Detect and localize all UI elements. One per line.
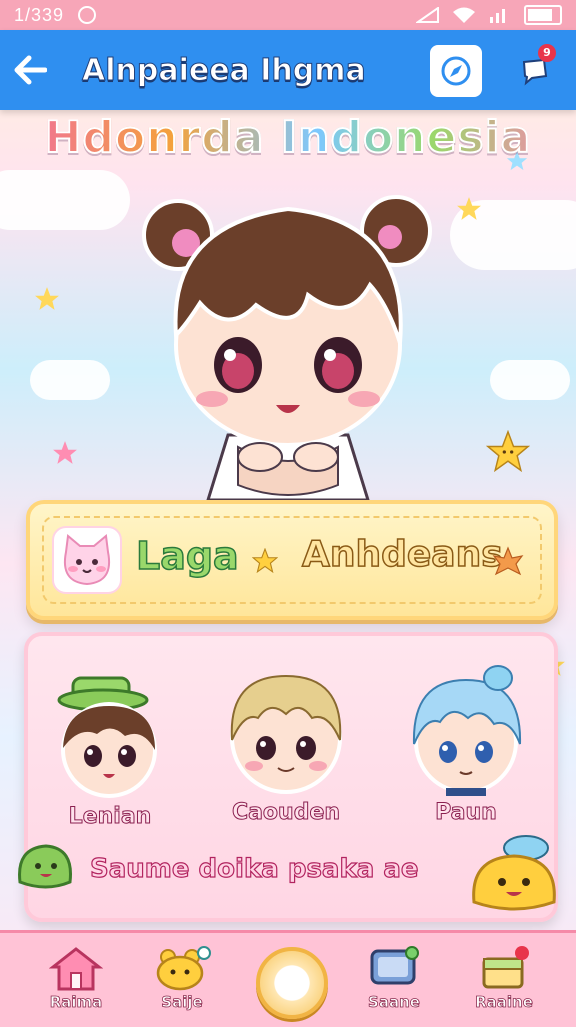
character-name: Caouden (231, 800, 341, 826)
compass-button[interactable] (430, 45, 482, 97)
notifications-button[interactable]: 9 (512, 44, 558, 94)
record-icon (78, 6, 97, 24)
green-slime-icon (18, 844, 72, 889)
nav-item-bear[interactable]: Saije (134, 939, 230, 1023)
cat-badge (52, 526, 122, 594)
star-icon (53, 441, 77, 464)
status-icons (416, 5, 562, 25)
language-primary-label: Laga (135, 533, 239, 579)
character-name: Lenian (68, 804, 152, 830)
page-headline: Hdonrda Indonesia (0, 111, 576, 164)
back-button[interactable] (0, 30, 60, 110)
star-icon (457, 197, 481, 220)
nav-item-home[interactable]: Raima (28, 939, 124, 1023)
language-card[interactable]: Laga Anhdeans (26, 500, 558, 620)
nav-label: Raima (49, 993, 103, 1012)
hero-character-illustration (142, 195, 432, 500)
boy-with-hat-avatar (57, 676, 157, 798)
signal-bars-icon (490, 9, 505, 23)
arrow-left-icon (14, 55, 47, 85)
app-title: Alnpaieea Ihgma (82, 52, 367, 88)
tv-icon (370, 946, 419, 985)
star-icon (35, 287, 59, 310)
cloud-decoration (490, 360, 570, 400)
nav-label: Raaine (475, 993, 534, 1012)
smiling-star-icon (486, 430, 530, 473)
app-bar: Alnpaieea Ihgma 9 (0, 30, 576, 110)
promo-text: Saume doika psaka ae (89, 853, 419, 884)
battery-icon (524, 5, 562, 25)
blonde-boy-avatar (230, 674, 342, 794)
language-secondary-label: Anhdeans (301, 533, 503, 576)
wifi-icon (453, 7, 475, 23)
house-icon (49, 947, 103, 991)
cat-face-icon (64, 534, 110, 586)
nav-label: Saije (161, 993, 203, 1012)
signal-icon (416, 7, 439, 23)
bottom-navigation: Raima Saije Saane Raaine (0, 930, 576, 1027)
yellow-slime-icon (472, 835, 556, 911)
character-name: Paun (435, 800, 498, 826)
center-action-button[interactable] (256, 947, 328, 1019)
character-card[interactable]: Lenian (40, 670, 180, 830)
character-card[interactable]: Paun (396, 658, 536, 826)
status-time: 1/339 (14, 4, 65, 25)
cloud-decoration (0, 170, 130, 230)
nav-item-tv[interactable]: Saane (346, 939, 442, 1023)
star-icon (252, 548, 278, 574)
blue-hair-boy-avatar (412, 665, 522, 796)
notification-badge: 9 (538, 44, 556, 62)
nav-item-box[interactable]: Raaine (456, 939, 552, 1023)
cloud-decoration (30, 360, 110, 400)
compass-icon (441, 56, 471, 86)
status-bar: 1/339 (0, 0, 576, 30)
treasure-box-icon (482, 946, 529, 989)
character-card[interactable]: Caouden (216, 656, 356, 826)
characters-card: Lenian Caouden Paun Saume doika psaka ae (18, 632, 558, 922)
nav-label: Saane (368, 993, 421, 1012)
maple-leaf-icon (492, 546, 524, 576)
bear-face-icon (156, 946, 211, 991)
